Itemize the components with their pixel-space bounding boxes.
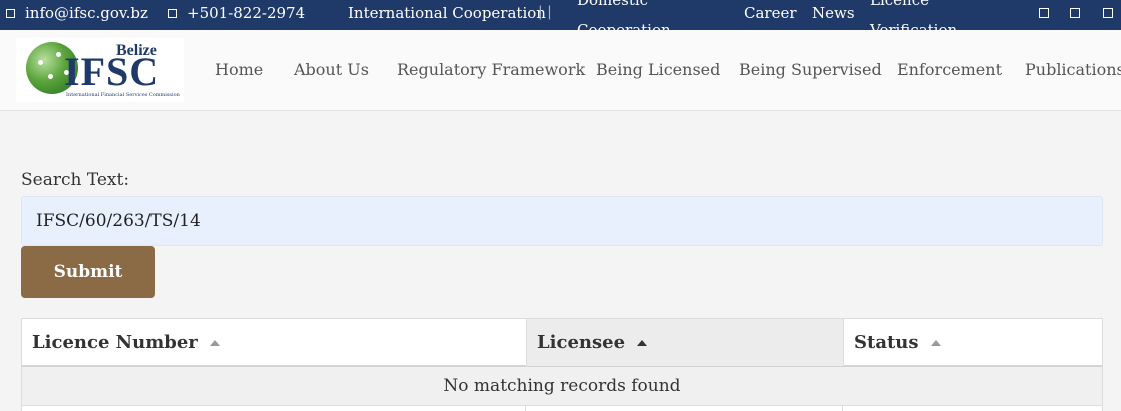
nav-being-licensed[interactable]: Being Licensed [596, 60, 720, 79]
column-status[interactable]: Status [844, 319, 1102, 366]
search-label: Search Text: [21, 170, 130, 190]
ifsc-logo[interactable]: Belize IFSC International Financial Serv… [16, 38, 184, 102]
submit-button[interactable]: Submit [21, 246, 155, 298]
career-link[interactable]: Career [744, 4, 797, 22]
logo-ifsc-text: IFSC [64, 49, 160, 94]
logo-tagline: International Financial Services Commiss… [66, 92, 180, 98]
nav-enforcement[interactable]: Enforcement [897, 60, 1002, 79]
column-licensee[interactable]: Licensee [527, 319, 843, 366]
sort-arrow-icon [209, 340, 220, 346]
nav-home[interactable]: Home [215, 60, 263, 79]
sort-arrow-icon [637, 340, 648, 346]
international-cooperation-link[interactable]: International Cooperation [348, 4, 546, 22]
table-header: Licence Number Licensee Status [21, 318, 1103, 367]
column-label: Licence Number [32, 332, 198, 353]
news-link[interactable]: News [812, 4, 855, 22]
licence-verification-link[interactable]: Licence Verification [870, 0, 970, 30]
social-icon[interactable] [1103, 8, 1113, 18]
phone-icon [168, 8, 177, 18]
nav-regulatory-framework[interactable]: Regulatory Framework [397, 60, 585, 79]
social-icon[interactable] [1039, 8, 1049, 18]
email-text: info@ifsc.gov.bz [25, 4, 148, 22]
column-label: Status [854, 332, 919, 353]
sort-arrow-icon [930, 340, 941, 346]
nav-being-supervised[interactable]: Being Supervised [739, 60, 882, 79]
top-bar: info@ifsc.gov.bz +501-822-2974 Internati… [0, 0, 1121, 30]
email-icon [6, 8, 15, 18]
table-row [21, 406, 1103, 411]
column-label: Licensee [537, 332, 626, 353]
results-table: Licence Number Licensee Status No matchi… [21, 318, 1103, 411]
column-licence-number[interactable]: Licence Number [22, 319, 526, 366]
phone-text: +501-822-2974 [187, 4, 306, 22]
nav-publications[interactable]: Publications [1025, 60, 1121, 79]
domestic-cooperation-link[interactable]: Domestic Cooperation [577, 0, 697, 30]
site-header: Belize IFSC International Financial Serv… [0, 30, 1121, 111]
search-input[interactable] [21, 196, 1103, 246]
social-icon[interactable] [1070, 8, 1080, 18]
separator: | | [538, 4, 552, 20]
email-link[interactable]: info@ifsc.gov.bz [6, 4, 148, 22]
nav-about-us[interactable]: About Us [294, 60, 369, 79]
phone-link[interactable]: +501-822-2974 [168, 4, 305, 22]
empty-message: No matching records found [21, 367, 1103, 406]
